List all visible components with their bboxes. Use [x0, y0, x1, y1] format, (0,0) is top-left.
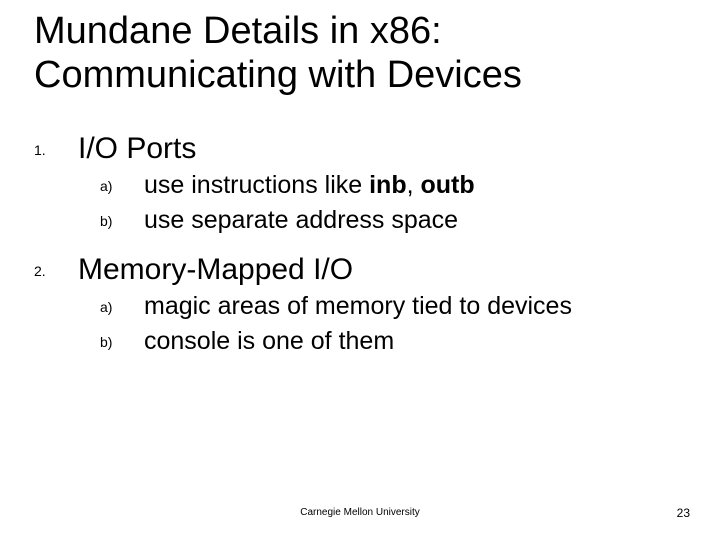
bold-text: inb — [369, 171, 407, 199]
sublist-number: a) — [100, 170, 144, 201]
text-span: use instructions like — [144, 171, 369, 199]
sublist-text: magic areas of memory tied to devices — [144, 291, 572, 322]
sublist-text: use instructions like inb, outb — [144, 170, 475, 201]
sublist-item: a) use instructions like inb, outb — [100, 170, 674, 201]
footer-center: Carnegie Mellon University — [0, 507, 720, 518]
sublist-text: use separate address space — [144, 205, 458, 236]
sublist-number: b) — [100, 326, 144, 357]
list-text: Memory-Mapped I/O — [78, 253, 353, 287]
sublist-number: a) — [100, 291, 144, 322]
sublist-item: b) use separate address space — [100, 205, 674, 236]
page-number: 23 — [677, 506, 690, 520]
sublist-text: console is one of them — [144, 326, 394, 357]
list-item: 2. Memory-Mapped I/O — [34, 253, 674, 287]
text-span: , — [407, 171, 421, 199]
list-number: 2. — [34, 253, 78, 287]
sublist-number: b) — [100, 205, 144, 236]
list-text: I/O Ports — [78, 132, 196, 166]
sublist-item: a) magic areas of memory tied to devices — [100, 291, 674, 322]
list-item: 1. I/O Ports — [34, 132, 674, 166]
slide-title: Mundane Details in x86: Communicating wi… — [34, 10, 674, 97]
slide: Mundane Details in x86: Communicating wi… — [0, 0, 720, 540]
bold-text: outb — [421, 171, 475, 199]
sublist-item: b) console is one of them — [100, 326, 674, 357]
slide-body: 1. I/O Ports a) use instructions like in… — [34, 126, 674, 357]
list-number: 1. — [34, 132, 78, 166]
